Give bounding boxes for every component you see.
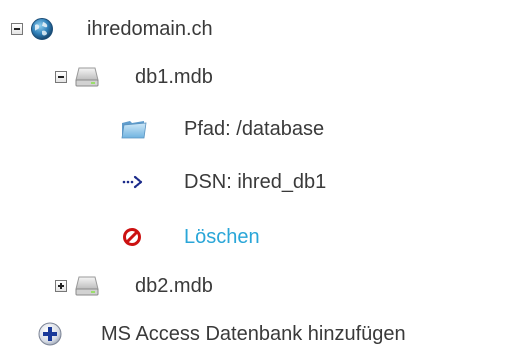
tree-node-path: Pfad: /database <box>120 113 324 145</box>
add-database-label: MS Access Datenbank hinzufügen <box>101 323 406 345</box>
tree-node-db1[interactable]: db1.mdb <box>55 61 213 93</box>
collapse-toggle-db1[interactable] <box>55 71 67 83</box>
expand-toggle-db2[interactable] <box>55 280 67 292</box>
tree-node-dsn: DSN: ihred_db1 <box>120 166 326 198</box>
tree-node-domain[interactable]: ihredomain.ch <box>11 13 213 45</box>
database-drive-icon <box>74 65 100 89</box>
add-plus-icon[interactable] <box>37 321 63 347</box>
domain-label: ihredomain.ch <box>87 18 213 40</box>
db1-label: db1.mdb <box>135 66 213 88</box>
db2-label: db2.mdb <box>135 275 213 297</box>
database-drive-icon <box>74 274 100 298</box>
globe-icon <box>30 17 54 41</box>
add-database-row[interactable]: MS Access Datenbank hinzufügen <box>37 318 406 350</box>
folder-icon <box>120 117 148 141</box>
collapse-toggle-domain[interactable] <box>11 23 23 35</box>
tree-node-db2[interactable]: db2.mdb <box>55 270 213 302</box>
tree-node-delete[interactable]: Löschen <box>120 221 260 253</box>
delete-icon[interactable] <box>120 225 148 249</box>
dsn-label: DSN: ihred_db1 <box>184 171 327 193</box>
path-label: Pfad: /database <box>184 118 325 140</box>
delete-link[interactable]: Löschen <box>184 221 260 253</box>
dotted-arrow-icon <box>120 170 148 194</box>
